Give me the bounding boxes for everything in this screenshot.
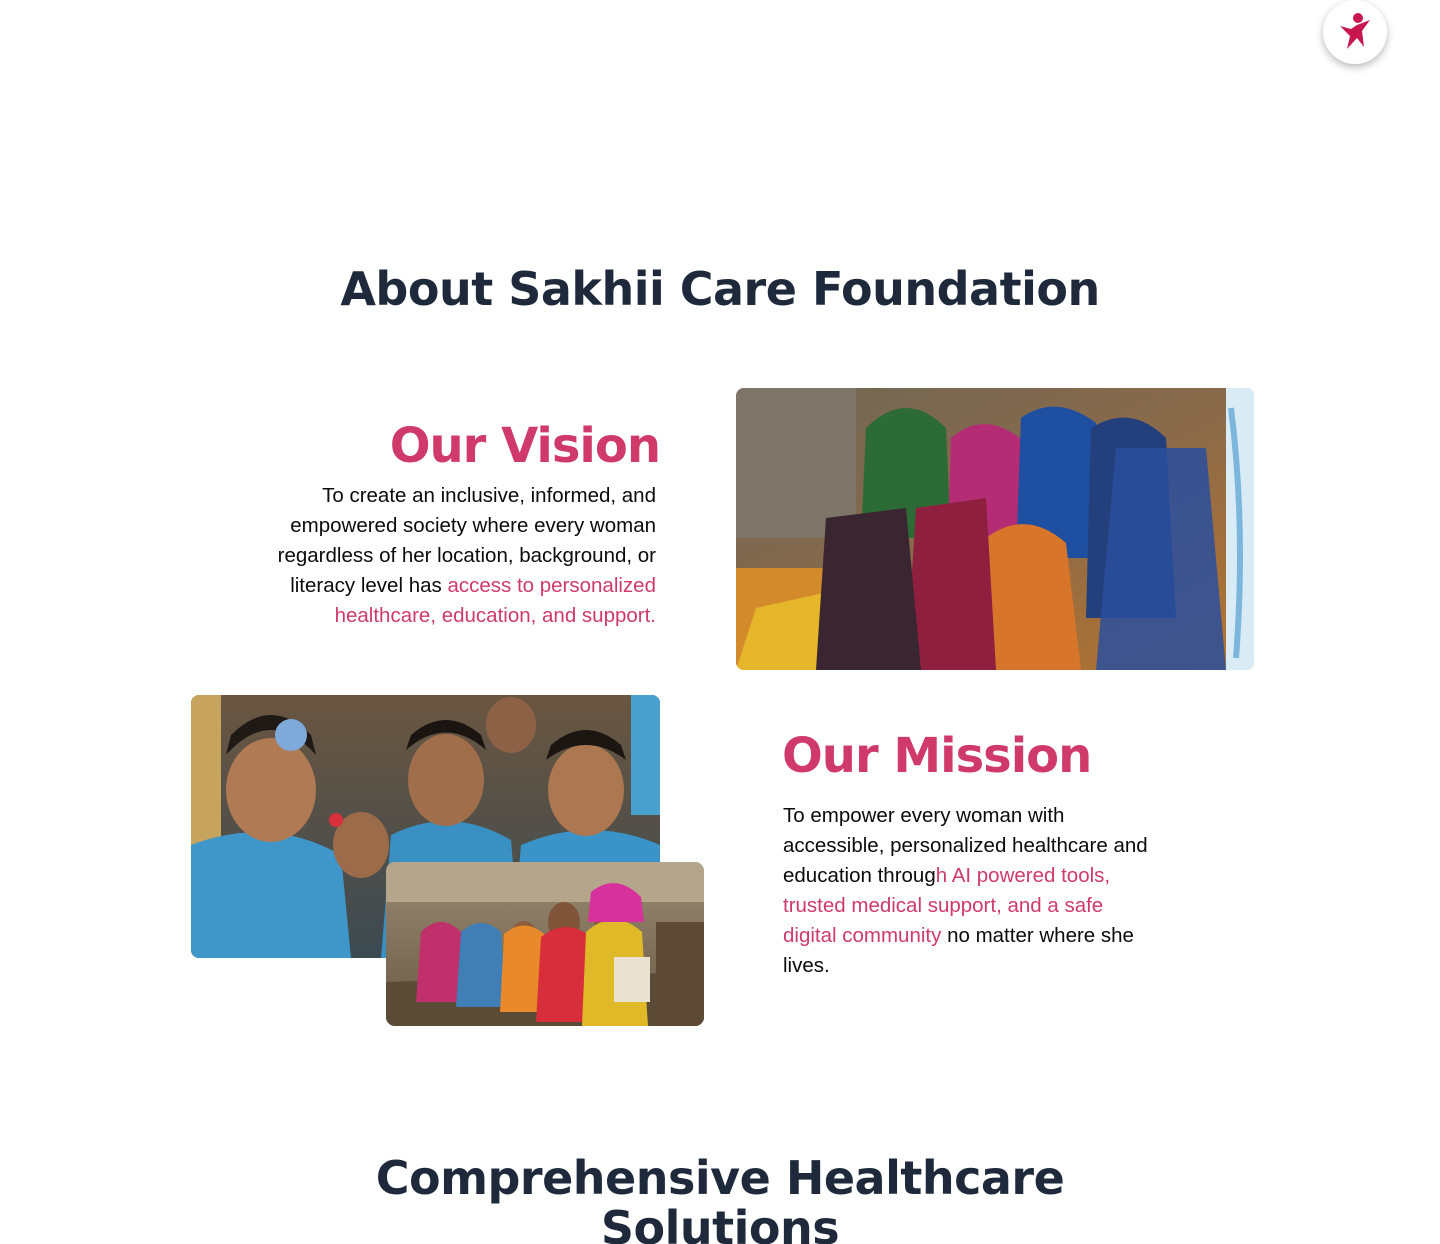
person-star-icon <box>1340 13 1370 49</box>
floating-logo-button[interactable] <box>1323 0 1387 64</box>
girls-village-photo <box>386 862 704 1026</box>
solutions-title-line2: Solutions <box>600 1201 840 1244</box>
vision-heading: Our Vision <box>389 418 661 474</box>
women-group-photo <box>736 388 1254 670</box>
mission-heading: Our Mission <box>782 728 1092 784</box>
solutions-section-title: Comprehensive Healthcare Solutions <box>0 1153 1440 1244</box>
solutions-title-line1: Comprehensive Healthcare <box>375 1151 1065 1205</box>
mission-paragraph: To empower every woman with accessible, … <box>783 801 1155 981</box>
vision-paragraph: To create an inclusive, informed, and em… <box>266 481 656 631</box>
mission-letter-h: h <box>935 864 948 887</box>
about-section-title: About Sakhii Care Foundation <box>340 262 1100 316</box>
